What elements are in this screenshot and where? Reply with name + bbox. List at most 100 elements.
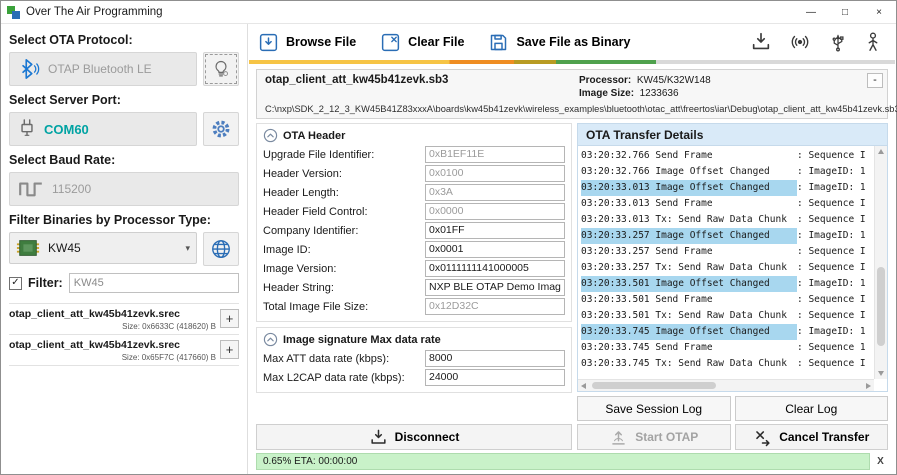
log-entry-detail: : Sequence I	[797, 308, 872, 324]
ota-waves-icon[interactable]	[788, 31, 812, 53]
usb-symbol-icon[interactable]	[828, 31, 848, 53]
scroll-right-icon[interactable]	[866, 383, 871, 389]
binary-file-size: Size: 0x65F7C (417660) B	[9, 353, 216, 362]
field-input[interactable]: 0x3A	[425, 184, 565, 201]
log-entry[interactable]: 03:20:33.745 Tx: Send Raw Data Chunk : S…	[581, 356, 872, 372]
horizontal-scrollbar[interactable]	[578, 379, 874, 391]
binary-file-list: otap_client_att_kw45b41zevk.srec Size: 0…	[9, 303, 239, 366]
log-entry-detail: : ImageID: 1	[797, 228, 872, 244]
browse-file-button[interactable]: Browse File	[258, 32, 356, 53]
status-bar: 0.65% ETA: 00:00:00 X	[256, 453, 888, 470]
image-size-label: Image Size:	[579, 88, 634, 99]
start-otap-icon	[609, 428, 628, 447]
log-entry[interactable]: 03:20:33.257 Image Offset Changed : Imag…	[581, 228, 872, 244]
horizontal-scroll-thumb[interactable]	[592, 382, 716, 389]
port-settings-button[interactable]	[203, 112, 239, 146]
log-entry[interactable]: 03:20:33.501 Tx: Send Raw Data Chunk : S…	[581, 308, 872, 324]
log-entry-event: 03:20:33.257 Tx: Send Raw Data Chunk	[581, 260, 797, 276]
browse-file-icon	[258, 32, 279, 53]
field-input[interactable]: 0x01FF	[425, 222, 565, 239]
log-entry-event: 03:20:33.745 Image Offset Changed	[581, 324, 797, 340]
status-close-button[interactable]: X	[873, 454, 888, 469]
log-entry[interactable]: 03:20:33.501 Send Frame : Sequence I	[581, 292, 872, 308]
field-input[interactable]: 0x12D32C	[425, 298, 565, 315]
collapse-file-info-button[interactable]: -	[867, 73, 883, 88]
log-entry-detail: : Sequence I	[797, 244, 872, 260]
add-file-button[interactable]: +	[220, 309, 239, 328]
main-area: Browse File Clear File	[248, 24, 896, 474]
save-binary-button[interactable]: Save File as Binary	[488, 32, 630, 53]
filter-checkbox[interactable]: ✓	[9, 277, 22, 290]
filter-input[interactable]: KW45	[69, 273, 239, 293]
log-entry-event: 03:20:33.257 Image Offset Changed	[581, 228, 797, 244]
toolbar: Browse File Clear File	[248, 24, 896, 60]
processor-dropdown[interactable]: KW45 ▾	[9, 232, 197, 264]
field-input[interactable]: 0xB1EF11E	[425, 146, 565, 163]
field-label: Max ATT data rate (kbps):	[263, 353, 425, 365]
collapse-chevron-icon[interactable]	[263, 332, 278, 347]
collapse-chevron-icon[interactable]	[263, 128, 278, 143]
field-input[interactable]: NXP BLE OTAP Demo Imag	[425, 279, 565, 296]
field-input[interactable]: 0x0001	[425, 241, 565, 258]
log-entry[interactable]: 03:20:33.013 Send Frame : Sequence I	[581, 196, 872, 212]
bluetooth-icon	[18, 58, 40, 80]
cancel-transfer-button[interactable]: Cancel Transfer	[735, 424, 889, 450]
ota-header-column: OTA Header Upgrade File Identifier: 0xB1…	[256, 123, 572, 450]
close-button[interactable]: ×	[862, 1, 896, 23]
log-entry[interactable]: 03:20:33.257 Send Frame : Sequence I	[581, 244, 872, 260]
maximize-button[interactable]: □	[828, 1, 862, 23]
scroll-down-icon[interactable]	[878, 371, 884, 376]
baud-rate-button[interactable]: 115200	[9, 172, 239, 206]
scroll-up-icon[interactable]	[878, 149, 884, 154]
clear-file-label: Clear File	[408, 35, 464, 49]
log-entry-event: 03:20:33.501 Send Frame	[581, 292, 797, 308]
chip-icon	[16, 239, 40, 257]
log-entry-event: 03:20:33.013 Tx: Send Raw Data Chunk	[581, 212, 797, 228]
disconnect-icon	[369, 428, 388, 447]
transfer-column: OTA Transfer Details 03:20:32.766 Send F…	[577, 123, 888, 450]
log-entry[interactable]: 03:20:33.745 Image Offset Changed : Imag…	[581, 324, 872, 340]
binary-file-item[interactable]: otap_client_att_kw45b41zevk.srec Size: 0…	[9, 334, 239, 366]
log-entry-detail: : Sequence I	[797, 356, 872, 372]
smart-toggle-button[interactable]	[203, 52, 239, 86]
baud-rate-label: Select Baud Rate:	[9, 153, 239, 167]
vertical-scroll-thumb[interactable]	[877, 267, 885, 346]
processor-value: KW45/K32W148	[637, 75, 711, 86]
field-input[interactable]: 0x0100	[425, 165, 565, 182]
log-list: 03:20:32.766 Send Frame : Sequence I 03:…	[581, 148, 872, 378]
save-session-log-button[interactable]: Save Session Log	[577, 396, 731, 421]
disconnect-button[interactable]: Disconnect	[256, 424, 572, 450]
start-otap-button[interactable]: Start OTAP	[577, 424, 731, 450]
log-entry[interactable]: 03:20:33.013 Tx: Send Raw Data Chunk : S…	[581, 212, 872, 228]
download-to-board-icon[interactable]	[750, 31, 772, 53]
minimize-button[interactable]: —	[794, 1, 828, 23]
log-entry-event: 03:20:33.501 Tx: Send Raw Data Chunk	[581, 308, 797, 324]
add-file-button[interactable]: +	[220, 340, 239, 359]
log-entry-event: 03:20:33.745 Tx: Send Raw Data Chunk	[581, 356, 797, 372]
log-entry[interactable]: 03:20:32.766 Send Frame : Sequence I	[581, 148, 872, 164]
signature-field: Max ATT data rate (kbps): 8000	[263, 350, 565, 367]
log-entry-detail: : Sequence I	[797, 212, 872, 228]
chevron-down-icon: ▾	[185, 243, 190, 254]
user-status-icon[interactable]	[864, 31, 882, 53]
binary-file-item[interactable]: otap_client_att_kw45b41zevk.srec Size: 0…	[9, 303, 239, 334]
clear-log-button[interactable]: Clear Log	[735, 396, 889, 421]
log-entry[interactable]: 03:20:32.766 Image Offset Changed : Imag…	[581, 164, 872, 180]
log-entry[interactable]: 03:20:33.257 Tx: Send Raw Data Chunk : S…	[581, 260, 872, 276]
field-input[interactable]: 8000	[425, 350, 565, 367]
log-entry[interactable]: 03:20:33.501 Image Offset Changed : Imag…	[581, 276, 872, 292]
log-entry-event: 03:20:33.501 Image Offset Changed	[581, 276, 797, 292]
log-entry[interactable]: 03:20:33.013 Image Offset Changed : Imag…	[581, 180, 872, 196]
vertical-scrollbar[interactable]	[874, 146, 887, 379]
protocol-button[interactable]: OTAP Bluetooth LE	[9, 52, 197, 86]
ota-header-field: Header Length: 0x3A	[263, 184, 565, 201]
com-port-button[interactable]: COM60	[9, 112, 197, 146]
field-input[interactable]: 24000	[425, 369, 565, 386]
field-input[interactable]: 0x0111111141000005	[425, 260, 565, 277]
scroll-left-icon[interactable]	[581, 383, 586, 389]
file-path: C:\nxp\SDK_2_12_3_KW45B41Z83xxxA\boards\…	[265, 104, 897, 114]
log-entry[interactable]: 03:20:33.745 Send Frame : Sequence 1	[581, 340, 872, 356]
field-input[interactable]: 0x0000	[425, 203, 565, 220]
processor-web-button[interactable]	[203, 232, 239, 266]
clear-file-button[interactable]: Clear File	[380, 32, 464, 53]
